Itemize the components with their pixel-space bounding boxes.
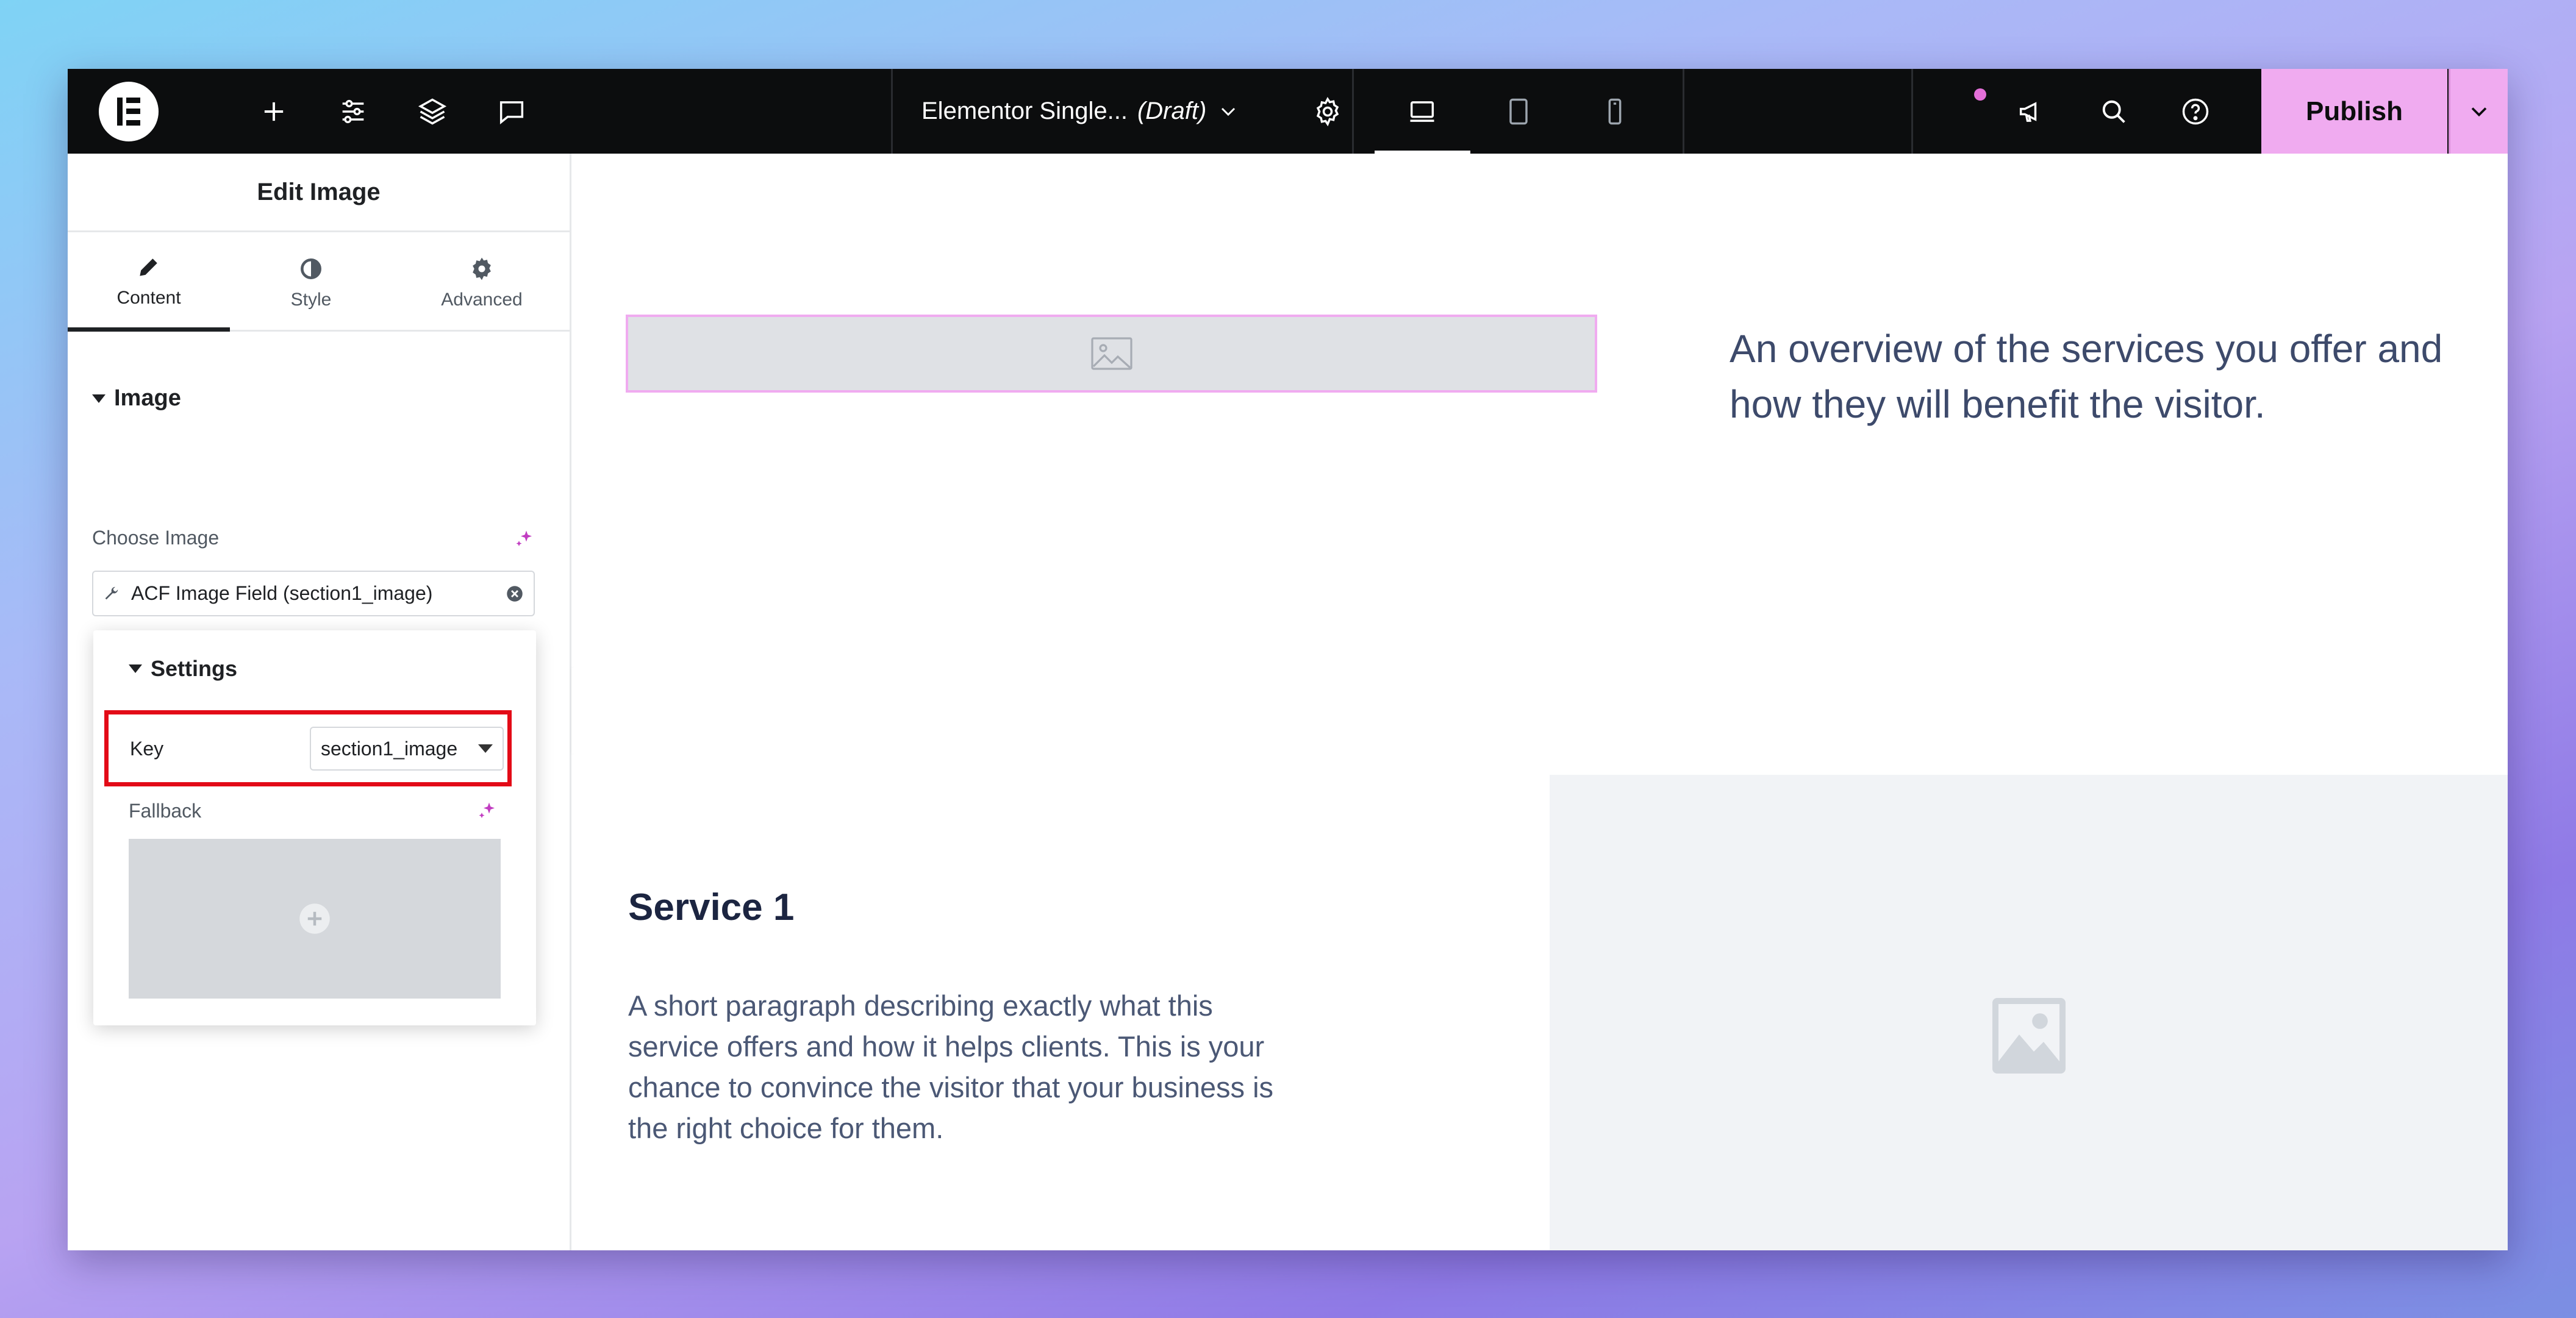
tab-label: Advanced [441,290,523,310]
caret-down-icon [92,394,106,403]
settings-title: Settings [151,656,238,681]
pencil-icon [140,258,157,276]
chevron-down-icon [2471,107,2487,116]
tab-advanced[interactable]: Advanced [401,234,563,332]
fallback-image-picker[interactable] [129,839,501,999]
image-placeholder-icon [1090,337,1132,370]
dynamic-field-value: ACF Image Field (section1_image) [131,582,433,604]
site-settings-sliders-icon[interactable] [329,87,377,136]
document-title-dropdown[interactable]: Elementor Single... (Draft) [921,69,1240,154]
key-select[interactable]: section1_image [310,727,504,771]
settings-toggle[interactable]: Settings [129,656,237,682]
divider [891,69,893,154]
add-circle-icon [299,903,330,934]
chevron-down-icon [1222,107,1236,116]
divider [1352,69,1354,154]
key-row-highlight: Key section1_image [104,710,512,786]
key-label: Key [130,738,164,760]
divider [1683,69,1684,154]
service-text: A short paragraph describing exactly wha… [628,989,1274,1144]
editor-window: Elementor Single... (Draft) Publish Edit… [68,69,2508,1250]
tab-label: Content [116,287,181,308]
section-title: Image [114,385,181,411]
publish-button[interactable]: Publish [2261,69,2447,154]
document-status: (Draft) [1137,98,1207,124]
caret-down-icon [478,744,493,753]
gear-icon [473,257,491,280]
caret-down-icon [129,664,142,673]
tab-label: Style [290,290,332,310]
elementor-logo-icon[interactable] [99,82,159,141]
help-icon[interactable] [2171,87,2220,136]
page-settings-gear-icon[interactable] [1303,87,1352,136]
overview-text: An overview of the services you offer an… [1730,327,2443,426]
clear-icon[interactable] [504,583,525,604]
image-section-toggle[interactable]: Image [92,385,181,411]
notification-dot [1974,88,1986,101]
publish-options-button[interactable] [2449,69,2508,154]
tab-style[interactable]: Style [230,234,392,332]
document-title: Elementor Single... [921,98,1128,124]
preview-canvas: An overview of the services you offer an… [573,154,2508,1250]
editor-panel: Edit Image Content Style Advanced Image … [68,154,571,1250]
key-select-value: section1_image [321,737,458,760]
wrench-icon [105,586,118,599]
search-icon[interactable] [2089,87,2138,136]
half-circle-icon [301,258,321,279]
layers-icon[interactable] [408,87,457,136]
ai-sparkle-icon[interactable] [513,528,535,550]
desktop-view-icon[interactable] [1398,87,1447,136]
divider [1911,69,1913,154]
tablet-view-icon[interactable] [1494,87,1543,136]
service-title: Service 1 [628,886,795,928]
dynamic-settings-popover: Settings Key section1_image Fallback [93,630,536,1025]
selected-image-widget[interactable] [626,315,1597,393]
image-placeholder-icon [1992,997,2066,1074]
add-element-icon[interactable] [249,87,298,136]
tab-content[interactable]: Content [68,234,230,332]
panel-tabs: Content Style Advanced [68,234,570,332]
top-bar: Elementor Single... (Draft) Publish [68,69,2508,154]
whats-new-megaphone-icon[interactable] [2007,87,2056,136]
ai-sparkle-icon[interactable] [476,800,498,822]
choose-image-label: Choose Image [92,527,220,549]
fallback-label: Fallback [129,800,202,822]
comments-icon[interactable] [487,87,536,136]
dynamic-tag-field[interactable]: ACF Image Field (section1_image) [92,571,535,616]
service-image-widget[interactable] [1550,775,2508,1250]
panel-title: Edit Image [68,154,570,232]
mobile-view-icon[interactable] [1590,87,1639,136]
